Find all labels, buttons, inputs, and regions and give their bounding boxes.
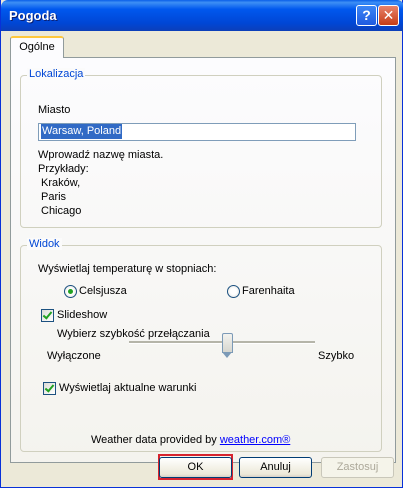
dialog-window: Pogoda ? ✕ Ogólne Lokalizacja Miasto War…: [0, 0, 403, 488]
fahrenheit-radio[interactable]: [227, 285, 240, 298]
slideshow-checkbox[interactable]: [41, 309, 54, 322]
speed-label: Wybierz szybkość przełączania: [57, 328, 210, 340]
help-button[interactable]: ?: [356, 5, 377, 26]
speed-min-label: Wyłączone: [47, 350, 101, 362]
speed-slider-thumb[interactable]: [222, 333, 233, 358]
cancel-button[interactable]: Anuluj: [239, 457, 312, 478]
close-icon: ✕: [382, 7, 395, 23]
temperature-unit-label: Wyświetlaj temperaturę w stopniach:: [38, 263, 217, 275]
example-item: Paris: [41, 191, 67, 203]
celsius-label[interactable]: Celsjusza: [79, 285, 127, 297]
credit-text: Weather data provided by weather.com®: [91, 434, 290, 446]
current-conditions-label[interactable]: Wyświetlaj aktualne warunki: [59, 382, 196, 394]
location-legend: Lokalizacja: [27, 68, 86, 80]
weather-com-link[interactable]: weather.com®: [220, 434, 290, 446]
location-group: Lokalizacja Miasto Warsaw, Poland Wprowa…: [20, 68, 382, 228]
ok-button[interactable]: OK: [159, 457, 232, 478]
city-input-value: Warsaw, Poland: [41, 124, 123, 139]
view-legend: Widok: [27, 238, 62, 250]
close-button[interactable]: ✕: [378, 5, 399, 26]
tab-general[interactable]: Ogólne: [10, 36, 64, 58]
speed-max-label: Szybko: [318, 350, 355, 362]
example-item: Kraków,: [41, 177, 81, 189]
window-title: Pogoda: [9, 8, 57, 23]
help-icon: ?: [362, 7, 371, 23]
city-hint: Wprowadź nazwę miasta.: [38, 149, 164, 161]
tab-panel-general: Lokalizacja Miasto Warsaw, Poland Wprowa…: [10, 57, 396, 463]
credit-prefix: Weather data provided by: [91, 434, 217, 446]
title-bar[interactable]: Pogoda ? ✕: [1, 0, 403, 31]
example-item: Chicago: [41, 205, 82, 217]
celsius-radio[interactable]: [64, 285, 77, 298]
fahrenheit-label[interactable]: Farenhaita: [242, 285, 295, 297]
dialog-client: Ogólne Lokalizacja Miasto Warsaw, Poland…: [4, 31, 401, 485]
view-group: Widok Wyświetlaj temperaturę w stopniach…: [20, 238, 382, 452]
city-label: Miasto: [38, 104, 71, 116]
city-input[interactable]: Warsaw, Poland: [38, 123, 356, 141]
apply-button[interactable]: Zastosuj: [321, 457, 394, 478]
slideshow-label[interactable]: Slideshow: [57, 309, 107, 321]
current-conditions-checkbox[interactable]: [43, 382, 56, 395]
examples-label: Przykłady:: [38, 163, 89, 175]
